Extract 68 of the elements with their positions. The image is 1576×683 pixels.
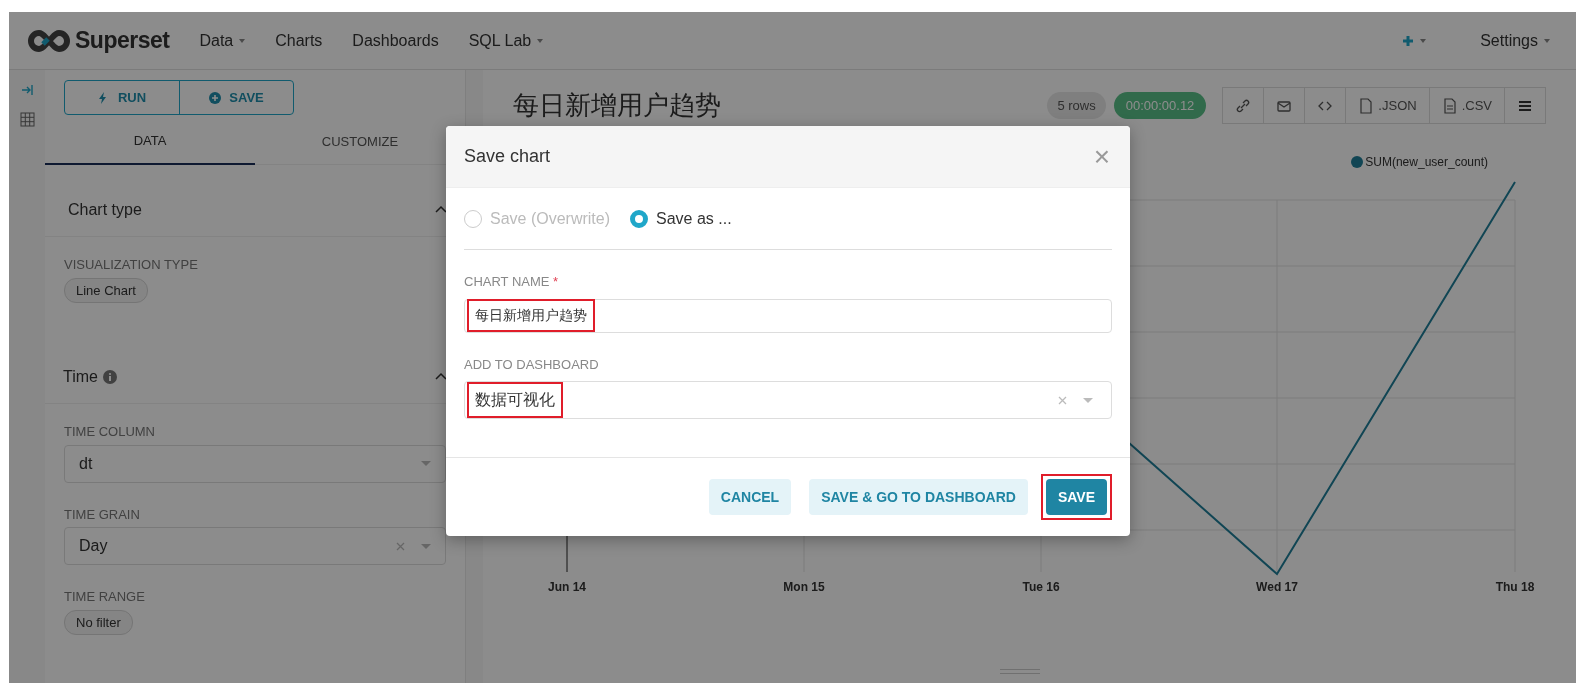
dialog-title: Save chart — [464, 145, 551, 168]
caret-icon — [421, 543, 431, 549]
caret-icon — [537, 39, 544, 44]
control-label: VISUALIZATION TYPE — [64, 256, 199, 274]
nav-link[interactable]: Data — [199, 28, 246, 53]
axis-label: Mon 15 — [783, 580, 825, 594]
field-value: 每日新增用户趋势 — [467, 299, 595, 332]
caret-icon — [239, 39, 246, 44]
legend-item[interactable]: SUM(new_user_count) — [1351, 153, 1488, 171]
control-label: TIME COLUMN — [64, 423, 156, 441]
chart-title: 每日新增用户趋势 — [513, 89, 721, 122]
control-label: TIME GRAIN — [64, 505, 141, 524]
expand-icon[interactable] — [21, 84, 33, 96]
value-pill[interactable]: Line Chart — [64, 277, 148, 303]
chevron-icon[interactable] — [435, 205, 447, 214]
radio-option[interactable]: Save as ... — [630, 206, 732, 231]
cancel-button[interactable]: CANCEL — [708, 479, 792, 515]
field-label: ADD TO DASHBOARD — [464, 355, 600, 374]
file-icon — [1358, 97, 1375, 114]
settings-menu[interactable]: Settings — [1480, 28, 1550, 53]
chart-name-field[interactable]: 每日新增用户趋势 — [464, 298, 1112, 333]
select-field[interactable]: Day — [64, 527, 446, 565]
axis-label: Tue 16 — [1022, 580, 1060, 594]
nav-link[interactable]: Charts — [275, 28, 323, 53]
value-pill[interactable]: No filter — [64, 609, 133, 635]
caret-icon — [1420, 38, 1427, 43]
clear-icon[interactable] — [396, 541, 405, 551]
caret-icon — [1083, 397, 1093, 403]
timer-badge: 00:00:00.12 — [1113, 91, 1207, 120]
nav-link[interactable]: Dashboards — [352, 28, 439, 53]
panel-tab[interactable]: DATA — [45, 119, 255, 165]
close-button[interactable]: × — [1091, 142, 1112, 171]
field-label: CHART NAME * — [464, 273, 560, 291]
section-title[interactable]: Chart type — [68, 197, 142, 222]
add-menu[interactable] — [1402, 34, 1427, 47]
run-button[interactable]: RUN — [65, 81, 179, 114]
clear-icon[interactable] — [1058, 395, 1067, 405]
control-label: TIME RANGE — [64, 588, 146, 606]
resize-handle[interactable] — [999, 669, 1040, 674]
json-download-button[interactable]: .JSON — [1346, 87, 1430, 124]
caret-icon — [1544, 39, 1550, 44]
chevron-icon[interactable] — [435, 372, 447, 381]
link-button[interactable] — [1222, 87, 1265, 124]
menu-button[interactable] — [1505, 87, 1546, 124]
field-value: 数据可视化 — [467, 382, 563, 418]
file-icon — [1441, 97, 1458, 114]
axis-label: Thu 18 — [1495, 580, 1535, 594]
csv-download-button[interactable]: .CSV — [1429, 87, 1505, 124]
axis-label: Wed 17 — [1256, 580, 1298, 594]
code-button[interactable] — [1305, 87, 1347, 124]
brand-name[interactable]: Superset — [75, 23, 170, 58]
save-button[interactable]: SAVE — [179, 81, 293, 114]
dashboard-select[interactable]: 数据可视化 — [464, 381, 1112, 419]
caret-icon — [421, 461, 431, 466]
section-title[interactable]: Time — [63, 364, 98, 389]
table-icon[interactable] — [19, 112, 35, 127]
link-icon — [1235, 97, 1252, 114]
axis-label: Jun 14 — [548, 580, 586, 594]
logo-icon[interactable] — [27, 28, 71, 53]
select-field[interactable]: dt — [64, 444, 446, 483]
plus-circle-icon — [209, 91, 222, 104]
info-icon — [102, 369, 117, 384]
email-button[interactable] — [1264, 87, 1306, 124]
save-button[interactable]: SAVE — [1045, 479, 1107, 515]
nav-link[interactable]: SQL Lab — [468, 28, 544, 53]
row-count-badge: 5 rows — [1047, 91, 1106, 120]
plus-icon — [1402, 34, 1415, 47]
save-and-go-button[interactable]: SAVE & GO TO DASHBOARD — [809, 479, 1028, 515]
